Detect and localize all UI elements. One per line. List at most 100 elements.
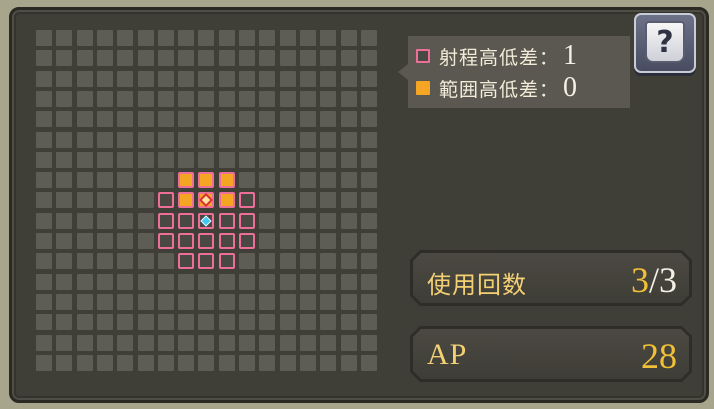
grid-cell xyxy=(117,233,133,249)
grid-cell xyxy=(117,111,133,127)
grid-cell xyxy=(259,172,275,188)
grid-cell xyxy=(341,111,357,127)
grid-cell xyxy=(77,253,93,269)
grid-cell xyxy=(361,30,377,46)
grid-cell xyxy=(56,233,72,249)
grid-cell xyxy=(219,355,235,371)
grid-cell xyxy=(77,172,93,188)
grid-cell xyxy=(280,30,296,46)
grid-cell xyxy=(77,111,93,127)
elevation-legend: 射程高低差： 1 範囲高低差： 0 xyxy=(398,36,630,108)
range-cell xyxy=(219,253,235,269)
grid-cell xyxy=(341,233,357,249)
grid-cell xyxy=(178,314,194,330)
grid-cell xyxy=(158,294,174,310)
grid-cell xyxy=(77,132,93,148)
grid-cell xyxy=(300,253,316,269)
grid-cell xyxy=(77,71,93,87)
grid-cell xyxy=(117,152,133,168)
grid-cell xyxy=(97,192,113,208)
usage-separator: / xyxy=(648,260,659,300)
grid-cell xyxy=(117,91,133,107)
grid-cell xyxy=(219,314,235,330)
grid-cell xyxy=(239,253,255,269)
grid-cell xyxy=(56,91,72,107)
grid-cell xyxy=(198,91,214,107)
usage-count-label: 使用回数 xyxy=(427,271,527,299)
range-cell xyxy=(158,192,174,208)
grid-cell xyxy=(158,253,174,269)
grid-cell xyxy=(97,213,113,229)
grid-cell xyxy=(56,71,72,87)
grid-cell xyxy=(138,172,154,188)
grid-cell xyxy=(280,50,296,66)
help-button[interactable]: ? xyxy=(634,13,696,73)
range-swatch-icon xyxy=(416,49,430,63)
grid-cell xyxy=(300,71,316,87)
grid-cell xyxy=(138,91,154,107)
grid-cell xyxy=(320,274,336,290)
grid-cell xyxy=(219,274,235,290)
grid-cell xyxy=(56,132,72,148)
grid-cell xyxy=(56,314,72,330)
grid-cell xyxy=(280,314,296,330)
grid-cell xyxy=(36,132,52,148)
grid-cell xyxy=(219,335,235,351)
grid-cell xyxy=(138,335,154,351)
grid-cell xyxy=(178,355,194,371)
grid-cell xyxy=(36,30,52,46)
grid-cell xyxy=(198,152,214,168)
grid-cell xyxy=(361,314,377,330)
grid-cell xyxy=(239,335,255,351)
grid-cell xyxy=(36,50,52,66)
grid-cell xyxy=(361,50,377,66)
grid-cell xyxy=(178,111,194,127)
grid-cell xyxy=(77,294,93,310)
grid-cell xyxy=(77,152,93,168)
grid-cell xyxy=(280,71,296,87)
grid-cell xyxy=(341,172,357,188)
grid-cell xyxy=(77,233,93,249)
grid-cell xyxy=(239,274,255,290)
grid-cell xyxy=(198,50,214,66)
area-swatch-icon xyxy=(416,81,430,95)
grid-cell xyxy=(97,233,113,249)
grid-cell xyxy=(300,132,316,148)
grid-cell xyxy=(117,274,133,290)
grid-cell xyxy=(56,274,72,290)
ap-label: AP xyxy=(427,338,468,371)
grid-cell xyxy=(158,172,174,188)
grid-cell xyxy=(341,314,357,330)
grid-cell xyxy=(300,314,316,330)
range-cell xyxy=(239,213,255,229)
area-cell xyxy=(198,192,214,208)
grid-cell xyxy=(320,233,336,249)
grid-cell xyxy=(341,294,357,310)
grid-cell xyxy=(178,274,194,290)
grid-cell xyxy=(259,111,275,127)
grid-cell xyxy=(320,50,336,66)
grid-cell xyxy=(97,152,113,168)
grid-cell xyxy=(77,50,93,66)
grid-cell xyxy=(280,152,296,168)
grid-cell xyxy=(239,132,255,148)
grid-cell xyxy=(361,355,377,371)
grid-cell xyxy=(320,355,336,371)
grid-cell xyxy=(56,111,72,127)
help-book-icon: ? xyxy=(645,21,685,63)
grid-cell xyxy=(97,91,113,107)
grid-cell xyxy=(158,30,174,46)
grid-cell xyxy=(138,294,154,310)
grid-cell xyxy=(117,132,133,148)
grid-cell xyxy=(239,91,255,107)
grid-cell xyxy=(97,294,113,310)
grid-cell xyxy=(56,213,72,229)
range-cell xyxy=(239,233,255,249)
grid-cell xyxy=(300,213,316,229)
grid-cell xyxy=(280,132,296,148)
grid-cell xyxy=(97,274,113,290)
grid-cell xyxy=(219,111,235,127)
range-cell xyxy=(178,233,194,249)
grid-cell xyxy=(280,111,296,127)
grid-cell xyxy=(97,253,113,269)
